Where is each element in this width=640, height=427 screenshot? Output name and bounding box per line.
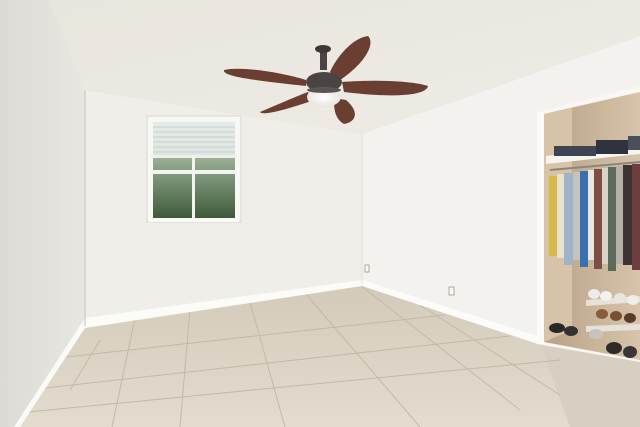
hanging-clothes	[549, 164, 640, 271]
window-with-blinds	[146, 115, 242, 223]
bedroom-photo	[0, 0, 640, 427]
outlet-back	[364, 264, 370, 273]
shoes-floor	[549, 323, 565, 333]
outlet-right	[448, 286, 455, 296]
shoes-floor-2	[564, 326, 578, 336]
room-scene	[0, 0, 640, 427]
fan-canopy	[315, 45, 331, 53]
open-closet	[537, 86, 640, 362]
